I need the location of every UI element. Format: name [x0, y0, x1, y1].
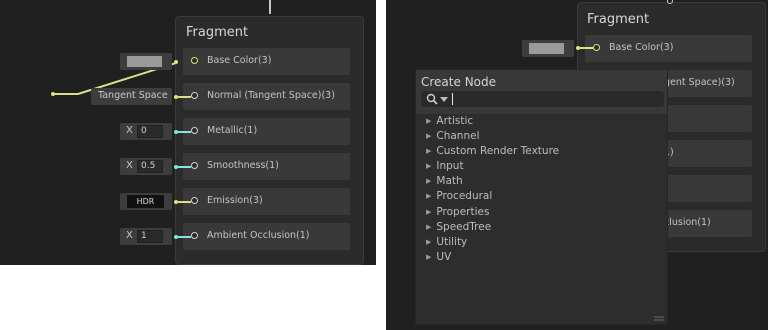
metallic-value-field[interactable]: 0 — [137, 125, 163, 138]
category-item[interactable]: ▶ SpeedTree — [426, 221, 491, 233]
port-wire — [580, 47, 593, 49]
port-ambient-occlusion[interactable]: Ambient Occlusion(1) — [183, 223, 350, 250]
expand-arrow-icon: ▶ — [426, 238, 432, 246]
port-wire — [178, 201, 191, 203]
port-connector-icon[interactable] — [191, 197, 198, 204]
expand-arrow-icon: ▶ — [426, 162, 432, 170]
port-dot — [174, 60, 178, 64]
axis-label: X — [126, 125, 133, 136]
port-connector-icon[interactable] — [191, 127, 198, 134]
port-wire — [178, 96, 191, 98]
node-title: Fragment — [186, 25, 249, 40]
smoothness-value-field[interactable]: 0.5 — [137, 160, 163, 173]
port-base-color[interactable]: Base Color(3) — [585, 35, 752, 62]
occlusion-value-field[interactable]: 1 — [137, 230, 163, 243]
category-list[interactable]: ▶ Artistic ▶ Channel ▶ Custom Render Textur… — [416, 114, 667, 324]
category-item[interactable]: ▶ Math — [426, 175, 463, 187]
occlusion-input[interactable]: X 1 — [120, 228, 172, 245]
expand-arrow-icon: ▶ — [426, 177, 432, 185]
base-color-input[interactable] — [120, 53, 172, 70]
category-item[interactable]: ▶ Channel — [426, 130, 480, 142]
category-item[interactable]: ▶ Artistic — [426, 115, 473, 127]
space-dropdown[interactable]: Tangent Space — [98, 90, 168, 101]
resize-grip-icon[interactable] — [654, 316, 664, 322]
port-smoothness[interactable]: Smoothness(1) — [183, 153, 350, 180]
expand-arrow-icon: ▶ — [426, 192, 432, 200]
port-label: clusion(1) — [664, 217, 711, 228]
graph-canvas-left[interactable]: Fragment Base Color(3) Normal (Tangent S… — [0, 0, 376, 265]
search-input[interactable] — [421, 91, 664, 107]
create-node-title: Create Node — [421, 75, 497, 89]
port-base-color[interactable]: Base Color(3) — [183, 48, 350, 75]
search-dropdown-chevron-icon[interactable] — [440, 97, 448, 103]
metallic-input[interactable]: X 0 — [120, 123, 172, 140]
node-title: Fragment — [587, 12, 650, 27]
port-label: Ambient Occlusion(1) — [207, 230, 310, 241]
create-node-window[interactable]: Create Node ▶ Artistic ▶ Channel ▶ Custom R… — [415, 69, 668, 325]
emission-input[interactable]: HDR — [120, 193, 172, 210]
base-color-input[interactable] — [522, 40, 574, 57]
port-label: Emission(3) — [207, 195, 263, 206]
port-connector-icon[interactable] — [191, 162, 198, 169]
port-label: Normal (Tangent Space)(3) — [207, 90, 335, 101]
port-label: Base Color(3) — [609, 42, 674, 53]
search-caret — [452, 93, 453, 105]
smoothness-input[interactable]: X 0.5 — [120, 158, 172, 175]
port-connector-icon[interactable] — [191, 232, 198, 239]
expand-arrow-icon: ▶ — [426, 253, 432, 261]
hdr-color-swatch[interactable]: HDR — [127, 195, 164, 208]
category-item[interactable]: ▶ Procedural — [426, 190, 492, 202]
port-label: Base Color(3) — [207, 55, 272, 66]
port-connector-icon[interactable] — [191, 57, 198, 64]
category-item[interactable]: ▶ Custom Render Texture — [426, 145, 559, 157]
normal-space-input[interactable]: Tangent Space — [91, 88, 172, 105]
expand-arrow-icon: ▶ — [426, 132, 432, 140]
expand-arrow-icon: ▶ — [426, 208, 432, 216]
category-item[interactable]: ▶ Properties — [426, 206, 489, 218]
category-item[interactable]: ▶ Utility — [426, 236, 467, 248]
expand-arrow-icon: ▶ — [426, 147, 432, 155]
search-icon[interactable] — [426, 93, 438, 105]
color-swatch[interactable] — [127, 56, 162, 67]
category-item[interactable]: ▶ UV — [426, 251, 451, 263]
axis-label: X — [126, 230, 133, 241]
expand-arrow-icon: ▶ — [426, 223, 432, 231]
port-wire — [178, 166, 191, 168]
port-connector-icon[interactable] — [593, 44, 600, 51]
color-swatch[interactable] — [529, 43, 564, 54]
axis-label: X — [126, 160, 133, 171]
port-connector-icon[interactable] — [191, 92, 198, 99]
port-wire — [178, 131, 191, 133]
category-item[interactable]: ▶ Input — [426, 160, 464, 172]
expand-arrow-icon: ▶ — [426, 117, 432, 125]
port-label: Smoothness(1) — [207, 160, 279, 171]
port-label: Metallic(1) — [207, 125, 258, 136]
port-wire — [178, 236, 191, 238]
port-emission[interactable]: Emission(3) — [183, 188, 350, 215]
port-label: gent Space)(3) — [664, 77, 735, 88]
port-metallic[interactable]: Metallic(1) — [183, 118, 350, 145]
port-normal[interactable]: Normal (Tangent Space)(3) — [183, 83, 350, 110]
